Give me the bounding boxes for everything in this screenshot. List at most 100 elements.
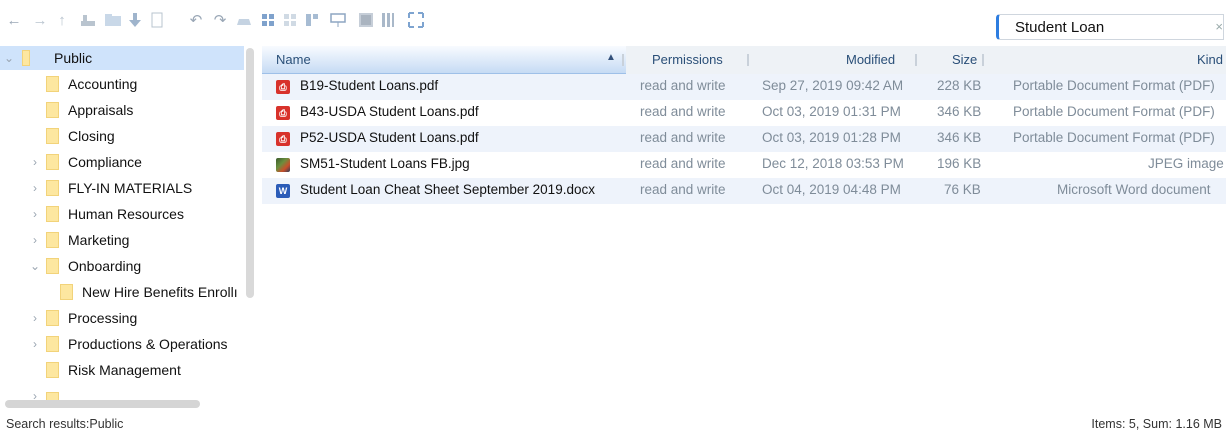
folder-icon (46, 102, 59, 118)
file-name: P52-USDA Student Loans.pdf (300, 130, 479, 145)
chevron-right-icon[interactable]: › (30, 176, 40, 200)
column-divider[interactable] (622, 54, 624, 66)
file-kind: Portable Document Format (PDF) (1013, 78, 1215, 93)
file-row[interactable]: ⎙ B43-USDA Student Loans.pdf read and wr… (262, 100, 1226, 126)
chevron-right-icon[interactable]: › (30, 228, 40, 252)
tree-item-label: New Hire Benefits Enrollı (82, 284, 238, 300)
tree-item-label: Marketing (68, 232, 130, 248)
file-permissions: read and write (640, 104, 726, 119)
column-header-modified[interactable]: Modified (846, 52, 895, 67)
column-header-row: Name ▲ Permissions Modified Size Kind (262, 46, 1226, 74)
column-divider[interactable] (982, 54, 984, 66)
pdf-icon: ⎙ (276, 106, 290, 120)
chevron-right-icon[interactable]: › (30, 150, 40, 174)
file-modified: Dec 12, 2018 03:53 PM (762, 156, 904, 171)
file-permissions: read and write (640, 130, 726, 145)
folder-icon (46, 206, 59, 222)
back-arrow-icon[interactable]: ← (4, 10, 24, 30)
tree-item-label: Processing (68, 310, 138, 326)
file-row[interactable]: SM51-Student Loans FB.jpg read and write… (262, 152, 1226, 178)
folder-icon (46, 232, 59, 248)
up-arrow-icon[interactable]: ↑ (52, 10, 72, 30)
chevron-down-icon[interactable]: ⌄ (4, 46, 14, 70)
folder-icon[interactable] (103, 10, 123, 30)
search-input[interactable] (1013, 18, 1207, 37)
file-row[interactable]: ⎙ P52-USDA Student Loans.pdf read and wr… (262, 126, 1226, 152)
status-bar: Search results:Public Items: 5, Sum: 1.1… (0, 415, 1226, 433)
clear-search-icon[interactable]: × (1215, 19, 1223, 34)
forward-arrow-icon[interactable]: → (30, 10, 50, 30)
column-header-name[interactable]: Name ▲ (262, 46, 626, 74)
chevron-right-icon[interactable]: › (30, 202, 40, 226)
folder-icon (46, 310, 59, 326)
folder-icon (22, 50, 30, 66)
file-name: B19-Student Loans.pdf (300, 78, 439, 93)
new-file-icon[interactable] (147, 10, 167, 30)
file-size: 228 KB (937, 78, 982, 93)
server-icon[interactable] (78, 10, 98, 30)
status-location: Search results:Public (6, 417, 124, 431)
undo-icon[interactable]: ↶ (186, 10, 206, 30)
file-kind: JPEG image (1148, 156, 1224, 171)
file-size: 346 KB (937, 104, 982, 119)
folder-icon (46, 128, 59, 144)
folder-icon (46, 258, 59, 274)
column-header-label: Name (276, 52, 311, 67)
expand-icon[interactable] (406, 10, 426, 30)
folder-icon (60, 284, 73, 300)
tree-item-label: Risk Management (68, 362, 181, 378)
column-header-permissions[interactable]: Permissions (652, 52, 723, 67)
search-box[interactable]: × (996, 14, 1224, 40)
file-list: Name ▲ Permissions Modified Size Kind ⎙ … (262, 46, 1226, 406)
file-modified: Oct 03, 2019 01:28 PM (762, 130, 901, 145)
column-header-size[interactable]: Size (952, 52, 977, 67)
bucket-icon[interactable] (234, 10, 254, 30)
texture-icon[interactable] (356, 10, 376, 30)
sidebar-horizontal-scrollbar[interactable] (5, 400, 200, 408)
file-size: 76 KB (944, 182, 981, 197)
monitor-icon[interactable] (328, 10, 348, 30)
file-row[interactable]: W Student Loan Cheat Sheet September 201… (262, 178, 1226, 204)
column-divider[interactable] (747, 54, 749, 66)
grid-view-icon[interactable] (258, 10, 278, 30)
toolbar: ← → ↑ ↶ ↷ × (0, 0, 1226, 42)
column-divider[interactable] (915, 54, 917, 66)
columns-icon[interactable] (378, 10, 398, 30)
file-kind: Portable Document Format (PDF) (1013, 104, 1215, 119)
sort-ascending-icon: ▲ (606, 52, 616, 63)
chevron-right-icon[interactable]: › (30, 306, 40, 330)
file-permissions: read and write (640, 78, 726, 93)
folder-icon (46, 180, 59, 196)
chevron-right-icon[interactable]: › (30, 332, 40, 356)
redo-icon[interactable]: ↷ (210, 10, 230, 30)
folder-icon (46, 76, 59, 92)
grid-view-alt-icon[interactable] (280, 10, 300, 30)
file-name: SM51-Student Loans FB.jpg (300, 156, 470, 171)
file-permissions: read and write (640, 156, 726, 171)
pdf-icon: ⎙ (276, 80, 290, 94)
column-header-kind[interactable]: Kind (1197, 52, 1223, 67)
file-row[interactable]: ⎙ B19-Student Loans.pdf read and write S… (262, 74, 1226, 100)
tree-item-label: Appraisals (68, 102, 134, 118)
folder-tree: ⌄ Public Accounting Appraisals Closing ›… (0, 46, 257, 412)
tree-item-label: FLY-IN MATERIALS (68, 180, 193, 196)
tree-item-label: Onboarding (68, 258, 142, 274)
split-view-icon[interactable] (302, 10, 322, 30)
tree-item-public[interactable]: ⌄ Public (0, 46, 244, 70)
tree-item-label: Productions & Operations (68, 336, 228, 352)
chevron-down-icon[interactable]: ⌄ (30, 254, 40, 278)
file-permissions: read and write (640, 182, 726, 197)
tree-item-label: Human Resources (68, 206, 184, 222)
file-name: B43-USDA Student Loans.pdf (300, 104, 479, 119)
sidebar-vertical-scrollbar[interactable] (246, 48, 254, 298)
download-icon[interactable] (125, 10, 145, 30)
tree-item-label: Public (54, 50, 93, 66)
tree-item-label: Compliance (68, 154, 142, 170)
tree-item-label: Closing (68, 128, 115, 144)
tree-item-label: Accounting (68, 76, 138, 92)
folder-icon (46, 362, 59, 378)
status-summary: Items: 5, Sum: 1.16 MB (1091, 417, 1222, 431)
file-kind: Portable Document Format (PDF) (1013, 130, 1215, 145)
word-icon: W (276, 184, 290, 198)
file-modified: Sep 27, 2019 09:42 AM (762, 78, 904, 93)
